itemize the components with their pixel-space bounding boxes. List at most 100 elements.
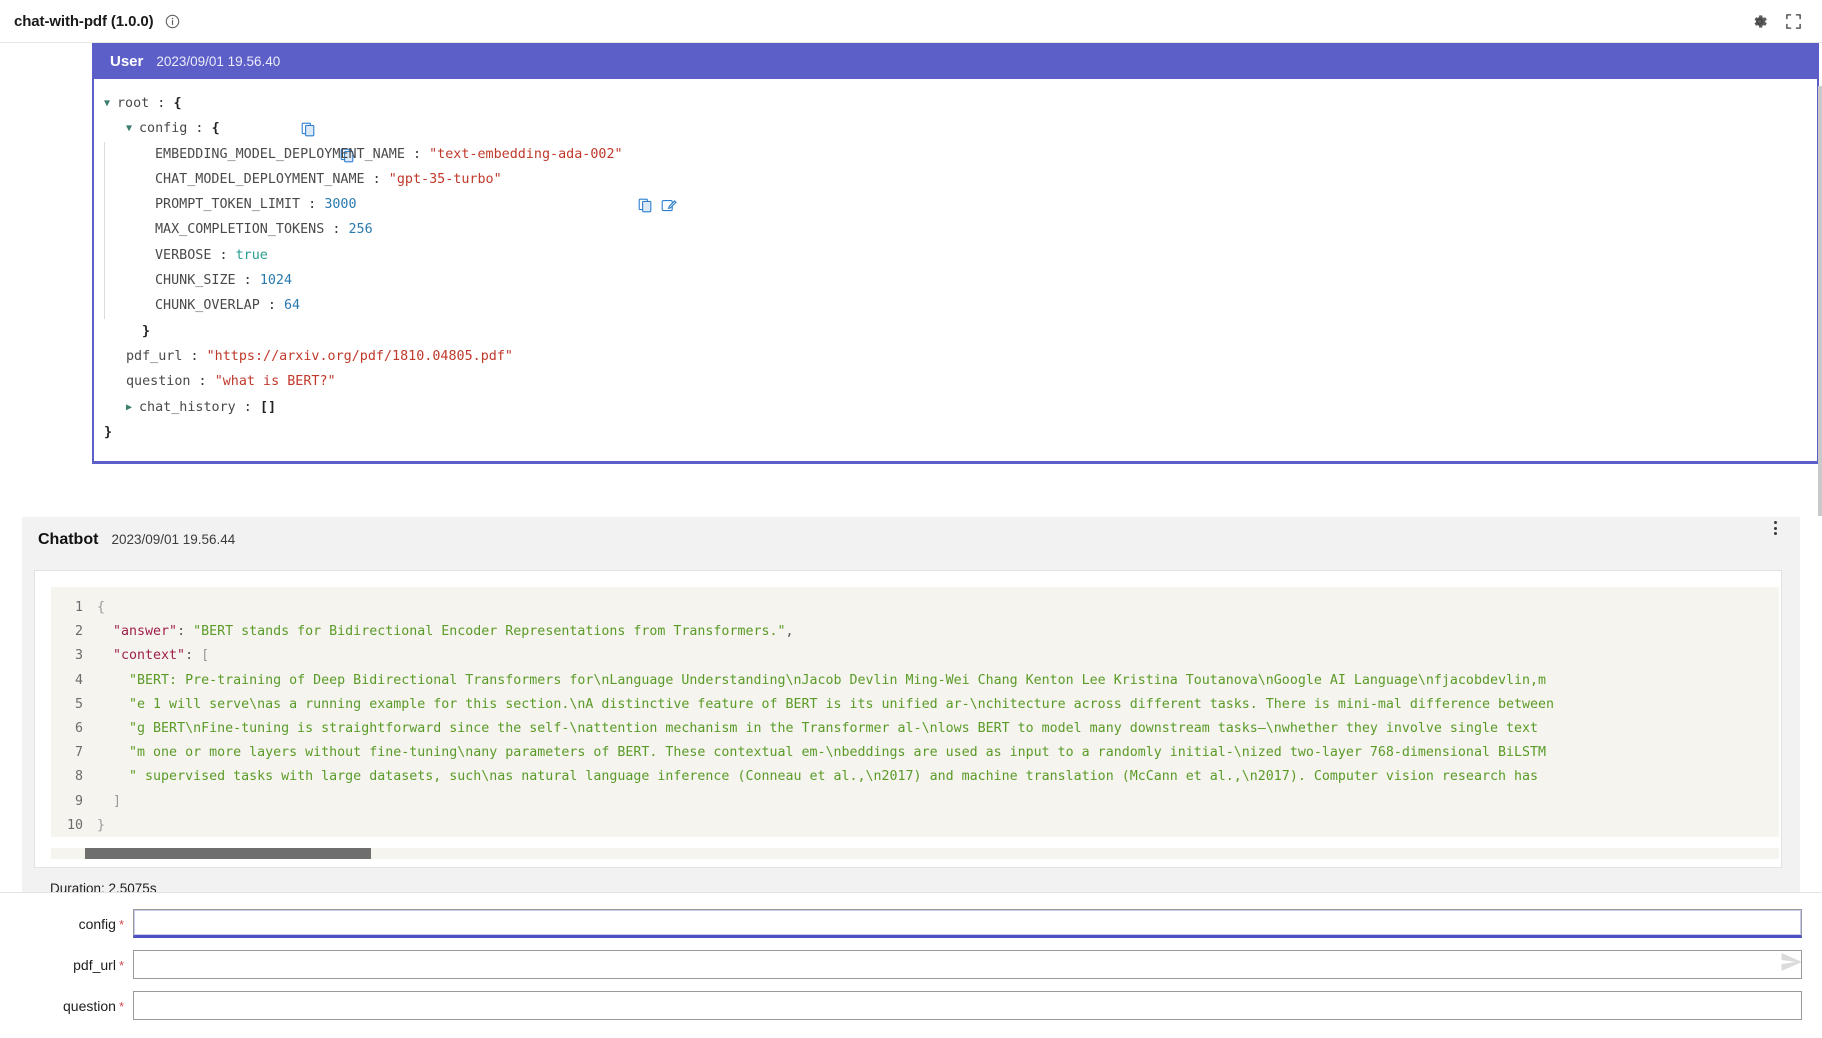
- json-colon: :: [182, 348, 207, 364]
- pdf-url-input[interactable]: [133, 950, 1802, 979]
- code-line-text: "answer": "BERT stands for Bidirectional…: [97, 620, 1779, 644]
- json-colon: :: [187, 121, 212, 137]
- json-colon: :: [404, 146, 430, 162]
- json-key: CHUNK_SIZE: [155, 273, 236, 289]
- chevron-down-icon[interactable]: [104, 91, 117, 116]
- json-key-question: question: [126, 374, 191, 390]
- copy-icon[interactable]: [227, 121, 353, 163]
- json-key-chat-history: chat_history: [139, 399, 236, 415]
- gear-icon[interactable]: [1744, 6, 1774, 36]
- json-row-config[interactable]: config : {: [104, 116, 1817, 163]
- code-output-card: 1{ 2 "answer": "BERT stands for Bidirecti…: [34, 570, 1782, 868]
- json-close-brace-config: }: [142, 323, 151, 339]
- form-row-config: config *: [0, 909, 1822, 938]
- json-row-pdf-url[interactable]: pdf_url : "https://arxiv.org/pdf/1810.04…: [104, 344, 1817, 369]
- code-line-text: "BERT: Pre-training of Deep Bidirectiona…: [97, 669, 1779, 693]
- json-row-field[interactable]: VERBOSE : true: [143, 243, 1817, 268]
- code-token-colon: ,: [785, 624, 794, 640]
- info-circle-icon[interactable]: [165, 14, 180, 29]
- json-row-field[interactable]: CHAT_MODEL_DEPLOYMENT_NAME : "gpt-35-tur…: [143, 167, 1817, 213]
- config-label-text: config: [78, 915, 116, 932]
- chevron-down-icon[interactable]: [126, 116, 139, 141]
- json-close-brace-root: }: [104, 424, 113, 440]
- page-vertical-scrollbar[interactable]: [1818, 86, 1822, 746]
- kebab-menu-icon[interactable]: [1764, 517, 1786, 539]
- code-line-number: 5: [74, 696, 83, 712]
- user-message-panel: User 2023/09/01 19.56.40 root : {: [92, 43, 1819, 465]
- code-line-number: 2: [74, 624, 83, 640]
- input-form: config * pdf_url * question *: [0, 892, 1822, 1038]
- code-line-text: {: [97, 596, 1779, 620]
- config-label: config *: [0, 916, 133, 932]
- json-value: 3000: [324, 197, 357, 213]
- question-input[interactable]: [133, 991, 1802, 1020]
- json-key: VERBOSE: [155, 247, 212, 263]
- json-value: 64: [284, 298, 301, 314]
- form-row-question: question *: [0, 991, 1822, 1020]
- json-colon: :: [149, 96, 174, 111]
- code-line: 8 " supervised tasks with large datasets…: [51, 765, 1779, 789]
- messages-scroll-area[interactable]: User 2023/09/01 19.56.40 root : {: [0, 43, 1822, 892]
- config-input[interactable]: [133, 909, 1802, 938]
- json-key-config: config: [139, 121, 188, 137]
- code-line: 5 "e 1 will serve\nas a running example …: [51, 693, 1779, 717]
- json-colon: :: [300, 197, 325, 213]
- json-config-fields: EMBEDDING_MODEL_DEPLOYMENT_NAME : "text-…: [104, 141, 1817, 319]
- json-key: MAX_COMPLETION_TOKENS: [155, 222, 325, 238]
- code-token-str: " supervised tasks with large datasets, …: [129, 769, 1538, 785]
- expand-icon[interactable]: [1778, 6, 1808, 36]
- code-line: 1{: [51, 596, 1779, 620]
- json-row-field[interactable]: MAX_COMPLETION_TOKENS : 256: [143, 217, 1817, 242]
- user-message-header: User 2023/09/01 19.56.40: [92, 43, 1819, 79]
- chevron-right-icon[interactable]: [126, 395, 139, 420]
- code-token-str: "e 1 will serve\nas a running example fo…: [129, 696, 1554, 712]
- code-token-str: "m one or more layers without fine-tunin…: [129, 745, 1546, 761]
- copy-icon[interactable]: [189, 96, 315, 137]
- copy-icon[interactable]: [509, 172, 652, 213]
- chatbot-timestamp: 2023/09/01 19.56.44: [111, 532, 236, 547]
- json-value-chat-history: []: [259, 399, 277, 415]
- json-tree: root : { config : {: [94, 91, 1817, 445]
- code-token-punct: {: [97, 600, 106, 615]
- json-row-field[interactable]: CHUNK_SIZE : 1024: [143, 268, 1817, 293]
- page-title: chat-with-pdf (1.0.0): [14, 12, 154, 30]
- code-scroll-viewport[interactable]: 1{ 2 "answer": "BERT stands for Bidirecti…: [51, 587, 1779, 837]
- code-token-punct: }: [97, 817, 106, 833]
- json-row-chat-history[interactable]: chat_history : []: [104, 395, 1817, 420]
- code-scrollbar-thumb[interactable]: [85, 848, 371, 859]
- edit-icon[interactable]: [532, 172, 677, 212]
- required-marker: *: [118, 957, 124, 973]
- pdf-url-label: pdf_url *: [0, 957, 133, 973]
- send-icon[interactable]: [1774, 945, 1808, 979]
- json-row-field[interactable]: EMBEDDING_MODEL_DEPLOYMENT_NAME : "text-…: [143, 142, 1817, 167]
- json-colon: :: [364, 171, 389, 187]
- code-horizontal-scrollbar[interactable]: [51, 848, 1779, 859]
- code-token-colon: :: [177, 624, 194, 640]
- chatbot-role-label: Chatbot: [38, 531, 99, 548]
- user-role-label: User: [110, 53, 144, 70]
- code-line-text: "context": [: [97, 644, 1779, 668]
- json-colon: :: [235, 273, 260, 289]
- json-key: CHUNK_OVERLAP: [155, 298, 260, 314]
- pdf-url-label-text: pdf_url: [73, 956, 116, 973]
- json-row-root[interactable]: root : {: [104, 91, 1817, 137]
- code-line-number: 4: [74, 672, 83, 688]
- required-marker: *: [118, 916, 124, 932]
- json-value: "gpt-35-turbo": [388, 171, 502, 187]
- code-line: 9 ]: [51, 790, 1779, 814]
- json-row-field[interactable]: CHUNK_OVERLAP : 64: [143, 293, 1817, 318]
- code-line-number: 6: [74, 721, 83, 737]
- code-line-number: 3: [74, 648, 83, 664]
- code-line-number: 7: [74, 745, 83, 761]
- json-open-brace-root: {: [173, 96, 182, 111]
- code-line-text: " supervised tasks with large datasets, …: [97, 765, 1779, 789]
- code-token-key: "context": [113, 648, 186, 664]
- json-colon: :: [324, 222, 349, 238]
- json-row-field[interactable]: PROMPT_TOKEN_LIMIT : 3000: [143, 192, 1817, 217]
- json-row-config-close: }: [104, 319, 1817, 344]
- json-row-question[interactable]: question : "what is BERT?": [104, 369, 1817, 394]
